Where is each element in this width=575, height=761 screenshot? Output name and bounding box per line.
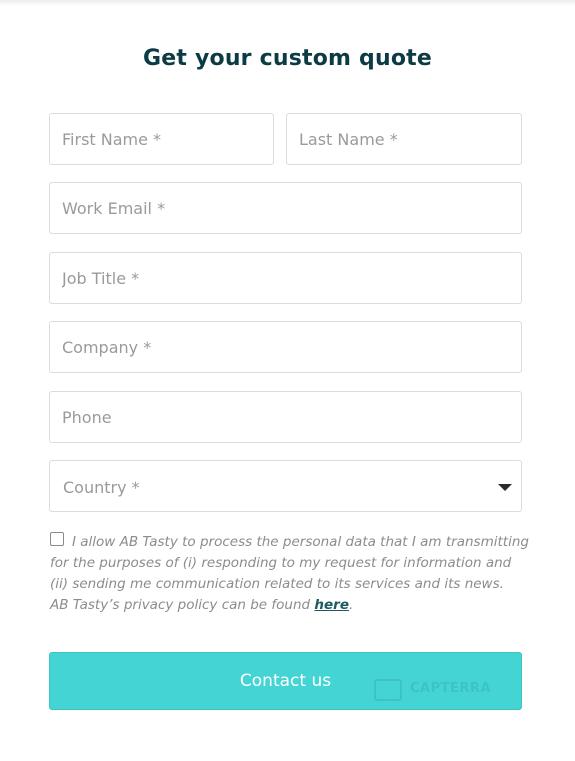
first-name-field[interactable] <box>49 113 274 165</box>
phone-field[interactable] <box>49 391 522 443</box>
consent-text: I allow AB Tasty to process the personal… <box>50 532 530 616</box>
country-select-value: Country * <box>63 478 140 497</box>
chat-bubble-icon <box>374 679 402 701</box>
job-title-field[interactable] <box>49 252 522 304</box>
work-email-field[interactable] <box>49 182 522 234</box>
capterra-watermark: CAPTERRA <box>374 677 524 705</box>
form-title: Get your custom quote <box>143 46 432 71</box>
privacy-policy-link[interactable]: here <box>314 597 349 613</box>
top-shadow <box>0 0 575 6</box>
last-name-input[interactable] <box>287 114 521 164</box>
privacy-policy-text: AB Tasty’s privacy policy can be found <box>50 597 315 613</box>
chevron-down-icon[interactable] <box>498 484 512 491</box>
country-select[interactable]: Country * <box>49 460 522 512</box>
watermark-text: CAPTERRA <box>410 681 491 696</box>
phone-input[interactable] <box>50 392 521 442</box>
job-title-input[interactable] <box>50 253 521 303</box>
privacy-policy-end: . <box>348 597 354 613</box>
last-name-field[interactable] <box>286 113 522 165</box>
consent-text-main: I allow AB Tasty to process the personal… <box>50 534 529 592</box>
first-name-input[interactable] <box>50 114 273 164</box>
company-input[interactable] <box>50 322 521 372</box>
work-email-input[interactable] <box>50 183 521 233</box>
company-field[interactable] <box>49 321 522 373</box>
